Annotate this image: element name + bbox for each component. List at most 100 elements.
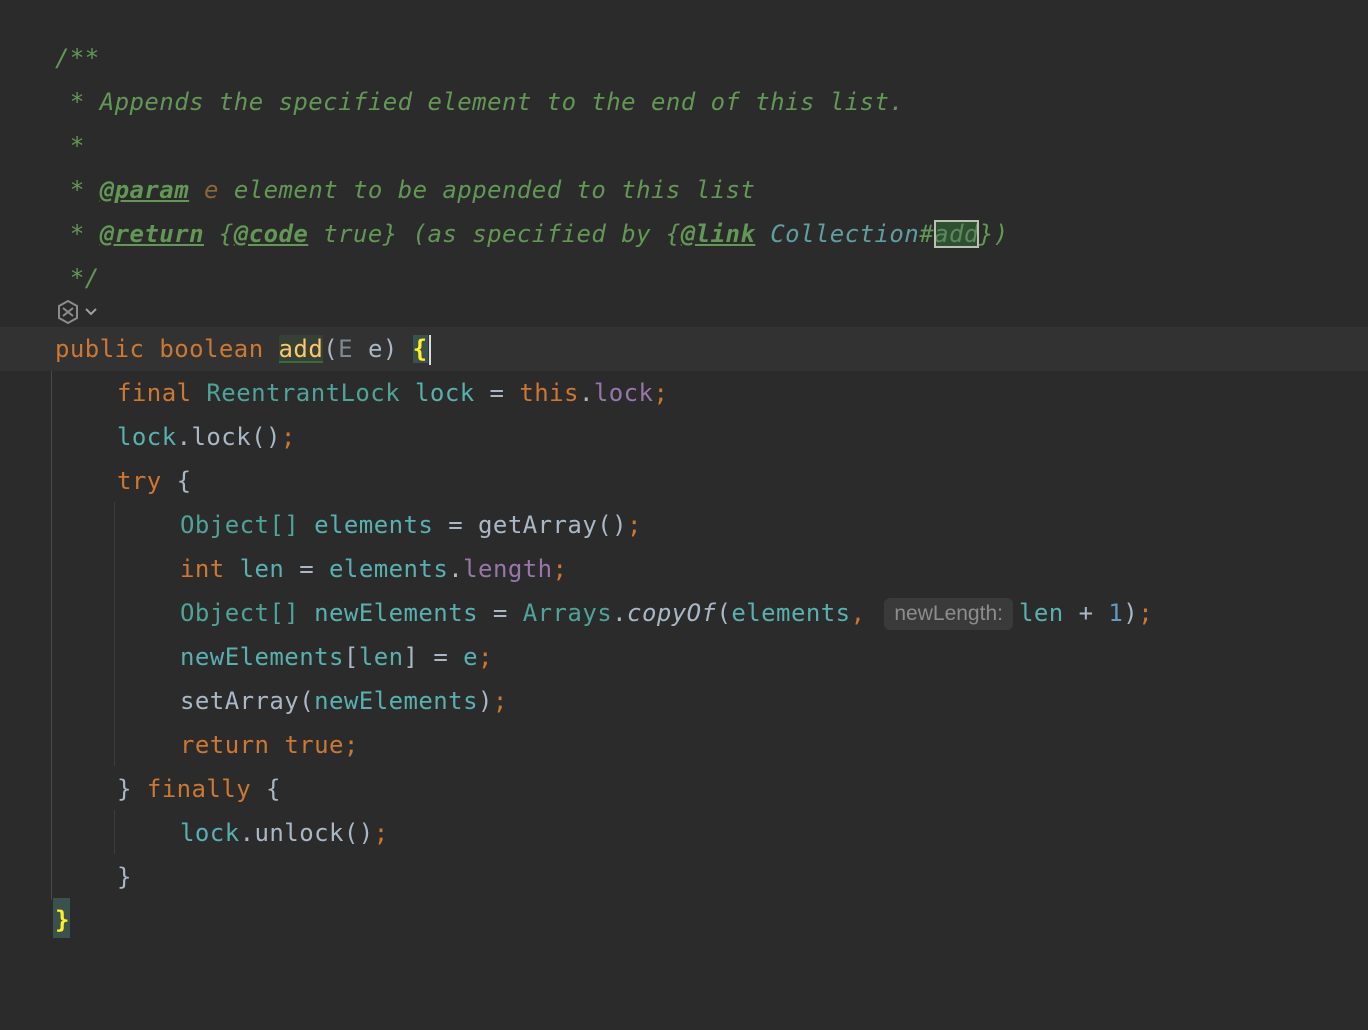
operator: = [433,643,449,671]
arg-ref[interactable]: newElements [314,687,478,715]
arg-ref[interactable]: elements [731,599,850,627]
javadoc-open: /** [55,44,100,72]
var-ref[interactable]: len [359,643,404,671]
kw-finally: finally [146,775,252,803]
code-line[interactable]: * Appends the specified element to the e… [0,80,1368,124]
code-line[interactable]: * @param e element to be appended to thi… [0,168,1368,212]
javadoc-param-desc: element to be appended to this list [218,176,756,204]
comma: , [850,599,866,627]
text-caret [428,335,431,365]
code-line[interactable]: newElements[len] = e; [0,635,1368,679]
field-ref[interactable]: lock [594,379,654,407]
var-name[interactable]: elements [314,511,433,539]
method-call[interactable]: getArray() [478,511,627,539]
javadoc-link-tag[interactable]: @link [681,220,756,248]
javadoc-link-target[interactable]: Collection [755,220,919,248]
code-editor[interactable]: /** * Appends the specified element to t… [0,0,1368,938]
semicolon: ; [343,731,359,759]
bracket-close: ] [403,643,419,671]
operator: + [1078,599,1094,627]
javadoc-param-name[interactable]: e [204,176,219,204]
kw-final: final [117,379,192,407]
kw-return: return [180,731,270,759]
code-line-current[interactable]: public boolean add(E e) { [0,327,1368,371]
paren-close: ) [478,687,493,715]
var-name[interactable]: len [240,555,285,583]
javadoc-blank: * [55,132,85,160]
parameter-hint[interactable]: newLength: [884,598,1013,630]
method-call[interactable]: setArray( [180,687,314,715]
code-line[interactable]: */ [0,256,1368,300]
javadoc-link-member[interactable]: add [934,220,979,248]
dot: . [448,555,464,583]
param-type[interactable]: E [338,335,353,363]
method-name[interactable]: add [278,335,324,363]
var-ref[interactable]: lock [117,423,177,451]
code-line[interactable]: } [0,855,1368,899]
type-name[interactable]: Object[] [180,599,299,627]
code-line[interactable]: setArray(newElements); [0,679,1368,723]
method-call[interactable]: .lock() [177,423,281,451]
chevron-down-icon[interactable] [84,305,98,319]
code-line[interactable]: return true; [0,723,1368,767]
code-line[interactable]: lock.unlock(); [0,811,1368,855]
code-line[interactable]: lock.lock(); [0,415,1368,459]
var-ref[interactable]: lock [180,819,240,847]
javadoc-return-tag[interactable]: @return [100,220,204,248]
brace: { [176,467,192,495]
javadoc-prefix: * [55,176,100,204]
paren-open: ( [716,599,732,627]
javadoc-close: */ [55,264,100,292]
ai-assistant-icon[interactable] [55,298,105,326]
javadoc-link-close: }) [978,220,1009,248]
kw-boolean: boolean [159,335,264,363]
class-ref[interactable]: Arrays [523,599,612,627]
code-line[interactable]: int len = elements.length; [0,547,1368,591]
javadoc-param-tag[interactable]: @param [100,176,189,204]
kw-public: public [55,335,145,363]
code-line[interactable]: } finally { [0,767,1368,811]
dot: . [578,379,594,407]
javadoc-prefix: * [55,220,100,248]
semicolon: ; [653,379,669,407]
brace-close-matched: } [55,906,70,934]
semicolon: ; [492,687,508,715]
code-line[interactable]: * @return {@code true} (as specified by … [0,212,1368,256]
paren-open: ( [323,335,339,363]
operator: = [492,599,508,627]
param-ref[interactable]: e [463,643,478,671]
semicolon: ; [627,511,642,539]
var-name[interactable]: newElements [314,599,478,627]
code-line[interactable]: Object[] newElements = Arrays.copyOf(ele… [0,591,1368,635]
semicolon: ; [478,643,493,671]
javadoc-code-tag[interactable]: @code [234,220,309,248]
kw-try: try [117,467,162,495]
code-line[interactable]: } [0,898,1368,942]
semicolon: ; [373,819,389,847]
kw-int: int [180,555,225,583]
javadoc-link-hash: # [919,220,935,248]
kw-this: this [519,379,579,407]
method-call[interactable]: .unlock() [240,819,374,847]
type-name[interactable]: ReentrantLock [206,379,400,407]
paren-close: ) [382,335,398,363]
brace: } [117,863,132,891]
var-ref[interactable]: newElements [180,643,344,671]
code-line[interactable]: try { [0,459,1368,503]
code-line[interactable]: Object[] elements = getArray(); [0,503,1368,547]
code-line[interactable]: * [0,124,1368,168]
static-method-call[interactable]: copyOf [627,599,716,627]
param-name[interactable]: e [368,335,383,363]
operator: = [448,511,464,539]
paren-close: ) [1123,599,1139,627]
var-name[interactable]: lock [415,379,475,407]
code-line[interactable]: /** [0,36,1368,80]
operator: = [489,379,505,407]
number-literal: 1 [1108,599,1124,627]
var-ref[interactable]: elements [329,555,448,583]
field-ref[interactable]: length [463,555,552,583]
javadoc-code-value: true} [308,220,398,248]
arg-ref[interactable]: len [1019,599,1064,627]
type-name[interactable]: Object[] [180,511,299,539]
code-line[interactable]: final ReentrantLock lock = this.lock; [0,371,1368,415]
